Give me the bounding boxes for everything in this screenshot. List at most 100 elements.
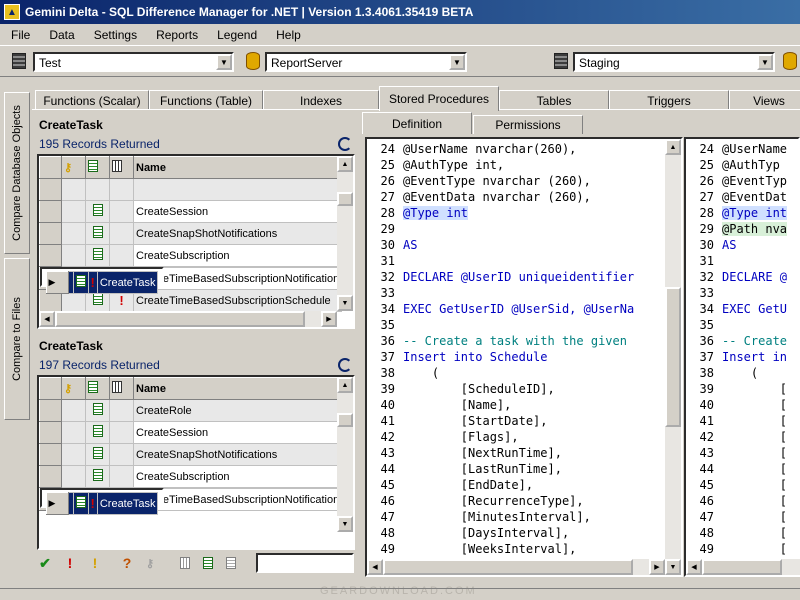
scroll-thumb[interactable] <box>337 192 353 206</box>
scroll-thumb[interactable] <box>337 413 353 427</box>
menu-file[interactable]: File <box>0 28 38 42</box>
tab-views[interactable]: Views <box>729 90 800 110</box>
key-column-header[interactable]: ⚷ <box>61 156 86 179</box>
tab-definition[interactable]: Definition <box>362 112 472 134</box>
code-line: 31 <box>369 253 681 269</box>
menu-help[interactable]: Help <box>265 28 309 42</box>
top-grid-hscroll[interactable]: ◀ ▶ <box>39 311 337 327</box>
scroll-up-icon[interactable]: ▲ <box>337 156 353 172</box>
right-code-hscroll[interactable]: ◀ <box>686 559 800 575</box>
table-row[interactable]: CreateSession <box>39 200 343 223</box>
key-cell <box>61 443 86 466</box>
tab-triggers[interactable]: Triggers <box>609 90 729 110</box>
status-cell <box>109 200 134 223</box>
grid-column-header[interactable] <box>109 156 134 179</box>
table-row[interactable]: CreateSession <box>39 421 343 444</box>
row-header[interactable] <box>39 178 62 201</box>
line-number: 27 <box>699 190 714 204</box>
tab-functions-scalar[interactable]: Functions (Scalar) <box>35 90 149 110</box>
scroll-left-icon[interactable]: ◀ <box>367 559 383 575</box>
key-cell <box>61 421 86 444</box>
bottom-grid-vscroll[interactable]: ▲ ▼ <box>337 377 353 532</box>
row-header[interactable]: ▶ <box>45 492 69 515</box>
tab-compare-to-files[interactable]: Compare to Files <box>4 258 30 420</box>
doc-column-header[interactable] <box>85 156 110 179</box>
line-number: 43 <box>380 446 395 460</box>
error-filter-button[interactable]: ! <box>60 553 80 573</box>
table-row[interactable]: CreateSnapShotNotifications <box>39 443 343 466</box>
row-header[interactable] <box>39 200 62 223</box>
line-number: 46 <box>380 494 395 508</box>
scroll-left-icon[interactable]: ◀ <box>39 311 55 327</box>
left-definition-code[interactable]: 24 @UserName nvarchar(260), 25 @AuthType in… <box>365 137 683 577</box>
scroll-down-icon[interactable]: ▼ <box>665 559 681 575</box>
menu-data[interactable]: Data <box>38 28 82 42</box>
left-code-vscroll[interactable]: ▲ ▼ <box>665 139 681 575</box>
left-code-hscroll[interactable]: ◀ ▶ <box>367 559 665 575</box>
grid-filter-button[interactable] <box>175 553 195 573</box>
doc-column-header[interactable] <box>85 377 110 400</box>
scroll-thumb[interactable] <box>665 287 681 427</box>
chevron-down-icon[interactable]: ▼ <box>216 54 232 70</box>
check-filter-button[interactable]: ✔ <box>35 553 55 573</box>
tab-label: Compare to Files <box>11 297 24 381</box>
key-filter-button[interactable]: ⚷ <box>140 553 160 573</box>
tab-stored-procedures[interactable]: Stored Procedures <box>379 86 499 111</box>
key-column-header[interactable]: ⚷ <box>61 377 86 400</box>
code-line: 48 [DaysInterval], <box>369 525 681 541</box>
table-row[interactable]: CreateSubscription <box>39 465 343 488</box>
scroll-left-icon[interactable]: ◀ <box>686 559 702 575</box>
table-row[interactable]: CreateRole <box>39 399 343 422</box>
grid-column-header[interactable] <box>109 377 134 400</box>
scroll-thumb[interactable] <box>383 559 633 575</box>
menu-reports[interactable]: Reports <box>145 28 206 42</box>
menu-legend[interactable]: Legend <box>206 28 265 42</box>
scroll-right-icon[interactable]: ▶ <box>321 311 337 327</box>
tab-compare-database-objects[interactable]: Compare Database Objects <box>4 92 30 254</box>
row-header[interactable] <box>39 399 62 422</box>
table-row[interactable]: CreateSnapShotNotifications <box>39 222 343 245</box>
refresh-icon[interactable] <box>338 358 352 372</box>
tab-functions-table[interactable]: Functions (Table) <box>149 90 263 110</box>
row-header[interactable] <box>39 421 62 444</box>
unknown-filter-button[interactable]: ? <box>117 553 137 573</box>
right-database-select[interactable]: Staging ▼ <box>573 52 775 72</box>
refresh-icon[interactable] <box>338 137 352 151</box>
menu-settings[interactable]: Settings <box>83 28 145 42</box>
table-row[interactable]: ▶! CreateTask <box>39 267 165 294</box>
scroll-thumb[interactable] <box>702 559 782 575</box>
left-server-select[interactable]: ReportServer ▼ <box>265 52 467 72</box>
filter-search-input[interactable] <box>256 553 354 573</box>
row-header[interactable]: ▶ <box>45 271 69 294</box>
code-line: 26 @EventTyp <box>688 173 798 189</box>
name-column-header[interactable]: Name <box>132 377 343 400</box>
table-row[interactable]: ▶! CreateTask <box>39 488 165 515</box>
scroll-thumb[interactable] <box>55 311 305 327</box>
scroll-up-icon[interactable]: ▲ <box>337 377 353 393</box>
left-database-select[interactable]: Test ▼ <box>33 52 234 72</box>
code-line: 32 DECLARE @ <box>688 269 798 285</box>
warning-filter-button[interactable]: ! <box>85 553 105 573</box>
document-icon <box>75 496 86 508</box>
table-row[interactable]: CreateSubscription <box>39 244 343 267</box>
table-filter-button[interactable] <box>221 553 241 573</box>
row-header[interactable] <box>39 244 62 267</box>
row-header[interactable] <box>39 465 62 488</box>
table-row[interactable] <box>39 178 343 201</box>
right-definition-code[interactable]: 24 @UserName 25 @AuthTyp 26 @EventTyp 27 @Event… <box>684 137 800 577</box>
chevron-down-icon[interactable]: ▼ <box>449 54 465 70</box>
scroll-down-icon[interactable]: ▼ <box>337 516 353 532</box>
top-grid-vscroll[interactable]: ▲ ▼ <box>337 156 353 311</box>
chevron-down-icon[interactable]: ▼ <box>757 54 773 70</box>
tab-indexes[interactable]: Indexes <box>263 90 379 110</box>
document-filter-button[interactable] <box>198 553 218 573</box>
name-column-header[interactable]: Name <box>132 156 343 179</box>
scroll-right-icon[interactable]: ▶ <box>649 559 665 575</box>
scroll-down-icon[interactable]: ▼ <box>337 295 353 311</box>
row-header[interactable] <box>39 443 62 466</box>
tab-permissions[interactable]: Permissions <box>473 115 583 134</box>
tab-label: Views <box>753 93 785 108</box>
scroll-up-icon[interactable]: ▲ <box>665 139 681 155</box>
row-header[interactable] <box>39 222 62 245</box>
tab-tables[interactable]: Tables <box>499 90 609 110</box>
